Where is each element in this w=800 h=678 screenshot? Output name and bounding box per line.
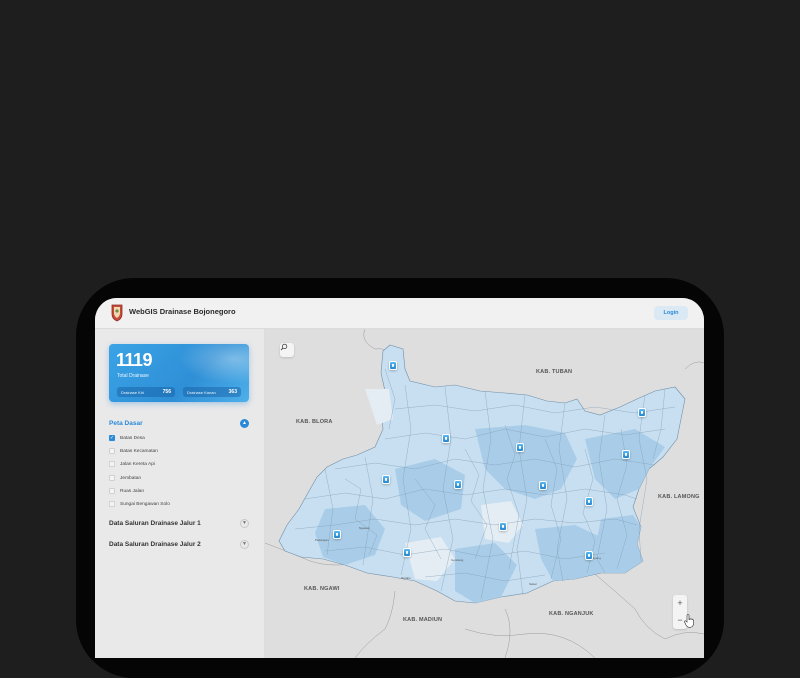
peta-dasar-header[interactable]: Peta Dasar ▲ [109,417,249,429]
jalur2-title: Data Saluran Drainase Jalur 2 [109,540,201,548]
drainage-marker-icon[interactable] [539,481,547,490]
village-label: Ngraho [401,576,411,580]
checkbox[interactable] [109,501,115,507]
card-glow [179,344,249,384]
chevron-up-icon[interactable]: ▲ [240,418,249,428]
map-search-button[interactable] [280,343,294,357]
drainage-marker-icon[interactable] [389,361,397,370]
chevron-down-icon[interactable]: ▼ [240,518,249,528]
layer-label: Sungai Bengawan Solo [120,501,170,507]
layer-label: Batas Kecamatan [120,448,158,454]
layer-jalan-kereta-api[interactable]: Jalan Kereta Api [109,459,155,469]
checkbox[interactable] [109,461,115,467]
checkbox[interactable] [109,448,115,454]
layer-batas-kecamatan[interactable]: Batas Kecamatan [109,446,158,456]
peta-dasar-title: Peta Dasar [109,419,143,427]
layer-label: Jembatan [120,475,142,481]
village-label: Gondang [451,558,464,562]
drainage-marker-icon[interactable] [585,497,593,506]
search-icon [280,343,288,351]
label-kab-nganjuk: KAB. NGANJUK [549,611,594,617]
right-drainage-pill: Drainase Kanan 363 [183,387,241,397]
drainage-marker-icon[interactable] [638,408,646,417]
right-drainage-value: 363 [228,389,237,395]
label-kab-lamongan: KAB. LAMONG [658,494,700,500]
regency-logo-icon [111,304,123,322]
left-drainage-value: 756 [162,389,171,395]
layer-label: Batas Desa [120,435,145,441]
layer-label: Ruas Jalan [120,488,144,494]
drainage-marker-icon[interactable] [403,548,411,557]
label-kab-blora: KAB. BLORA [296,419,333,425]
zoom-in-button[interactable]: + [673,595,687,612]
login-button[interactable]: Login [654,306,688,320]
checkbox-checked[interactable]: ✓ [109,435,115,441]
layer-ruas-jalan[interactable]: Ruas Jalan [109,486,144,496]
chevron-down-icon[interactable]: ▼ [240,539,249,549]
jalur2-header[interactable]: Data Saluran Drainase Jalur 2 ▼ [109,538,249,550]
app-title: WebGIS Drainase Bojonegoro [129,307,236,316]
total-label: Total Drainase [117,373,149,379]
right-drainage-label: Drainase Kanan [187,389,216,395]
total-count: 1119 [116,350,153,370]
label-kab-ngawi: KAB. NGAWI [304,586,340,592]
jalur1-title: Data Saluran Drainase Jalur 1 [109,519,201,527]
drainage-marker-icon[interactable] [454,480,462,489]
drainage-marker-icon[interactable] [516,443,524,452]
layer-batas-desa[interactable]: ✓ Batas Desa [109,433,145,443]
checkbox[interactable] [109,475,115,481]
drainage-marker-icon[interactable] [585,551,593,560]
village-label: Sekar [529,582,537,586]
village-label: Padangan [315,538,329,542]
left-drainage-label: Drainase Kiri [121,389,144,395]
label-kab-madiun: KAB. MADIUN [403,617,443,623]
layer-label: Jalan Kereta Api [120,461,155,467]
total-drainage-card: 1119 Total Drainase Drainase Kiri 756 Dr… [109,344,249,402]
left-drainage-pill: Drainase Kiri 756 [117,387,175,397]
top-bar: WebGIS Drainase Bojonegoro Login [95,298,704,329]
app-screen: WebGIS Drainase Bojonegoro Login 1119 To… [95,298,704,658]
map-canvas[interactable]: Ngasem Ngraho Gondang Sekar Temayang Pad… [265,329,704,658]
regency-map[interactable]: Ngasem Ngraho Gondang Sekar Temayang Pad… [265,329,704,658]
label-kab-tuban: KAB. TUBAN [536,369,573,375]
drainage-marker-icon[interactable] [382,475,390,484]
hand-cursor-icon [684,614,694,628]
drainage-marker-icon[interactable] [333,530,341,539]
layer-jembatan[interactable]: Jembatan [109,473,141,483]
checkbox[interactable] [109,488,115,494]
village-label: Ngasem [359,526,371,530]
layer-sungai-bengawan-solo[interactable]: Sungai Bengawan Solo [109,499,170,509]
sidebar: 1119 Total Drainase Drainase Kiri 756 Dr… [95,329,265,658]
drainage-marker-icon[interactable] [442,434,450,443]
drainage-marker-icon[interactable] [622,450,630,459]
drainage-marker-icon[interactable] [499,522,507,531]
jalur1-header[interactable]: Data Saluran Drainase Jalur 1 ▼ [109,517,249,529]
